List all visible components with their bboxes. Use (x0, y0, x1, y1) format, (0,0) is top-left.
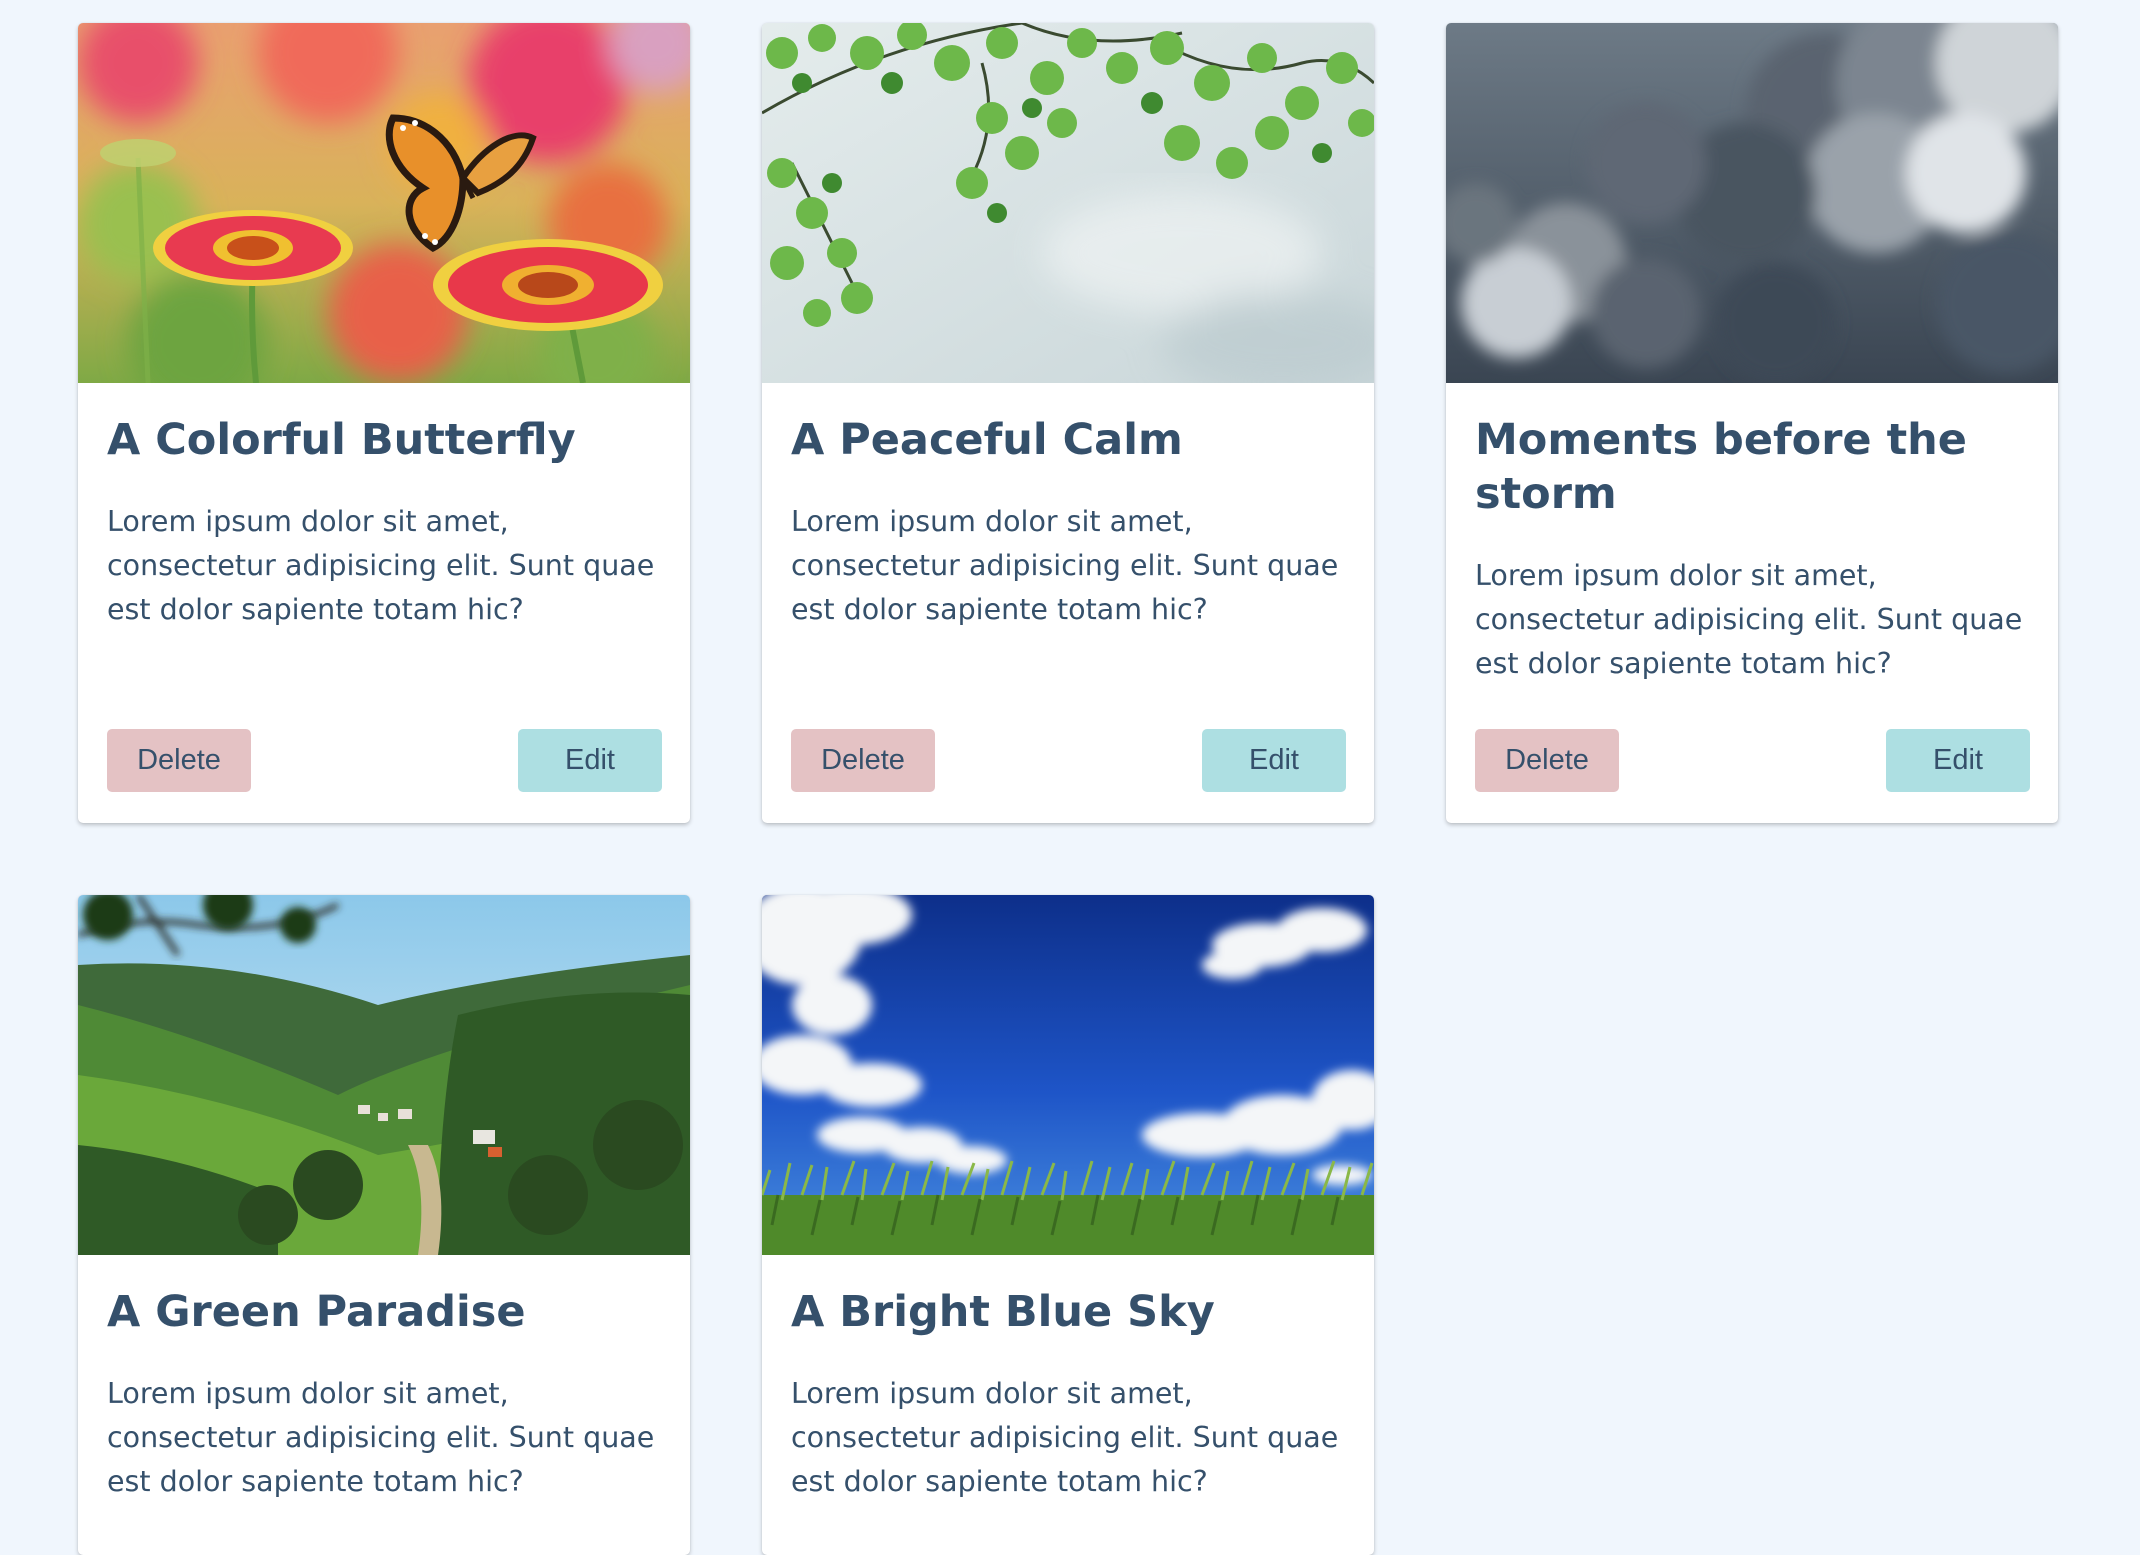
card-text: Lorem ipsum dolor sit amet, consectetur … (107, 505, 655, 626)
card-grid: A Colorful Butterfly Lorem ipsum dolor s… (0, 0, 2140, 1555)
card-text: Lorem ipsum dolor sit amet, consectetur … (1475, 559, 2023, 680)
card-text: Lorem ipsum dolor sit amet, consectetur … (791, 1377, 1339, 1498)
card-image-storm-clouds (1446, 23, 2058, 383)
edit-button[interactable]: Edit (1886, 729, 2030, 792)
delete-button[interactable]: Delete (791, 729, 935, 792)
card-text: Lorem ipsum dolor sit amet, consectetur … (107, 1377, 655, 1498)
card-bright-blue-sky: A Bright Blue Sky Lorem ipsum dolor sit … (762, 895, 1374, 1555)
card-title: A Colorful Butterfly (107, 415, 576, 465)
edit-button[interactable]: Edit (518, 729, 662, 792)
card-image-blue-sky (762, 895, 1374, 1255)
card-title: A Peaceful Calm (791, 415, 1183, 465)
card-colorful-butterfly: A Colorful Butterfly Lorem ipsum dolor s… (78, 23, 690, 823)
card-title: Moments before the storm (1475, 415, 1967, 519)
card-title: A Bright Blue Sky (791, 1287, 1215, 1337)
delete-button[interactable]: Delete (1475, 729, 1619, 792)
card-image-leaves (762, 23, 1374, 383)
edit-button[interactable]: Edit (1202, 729, 1346, 792)
card-green-paradise: A Green Paradise Lorem ipsum dolor sit a… (78, 895, 690, 1555)
card-title: A Green Paradise (107, 1287, 526, 1337)
card-image-butterfly (78, 23, 690, 383)
card-image-green-valley (78, 895, 690, 1255)
card-peaceful-calm: A Peaceful Calm Lorem ipsum dolor sit am… (762, 23, 1374, 823)
delete-button[interactable]: Delete (107, 729, 251, 792)
card-text: Lorem ipsum dolor sit amet, consectetur … (791, 505, 1339, 626)
card-moments-before-storm: Moments before the storm Lorem ipsum dol… (1446, 23, 2058, 823)
